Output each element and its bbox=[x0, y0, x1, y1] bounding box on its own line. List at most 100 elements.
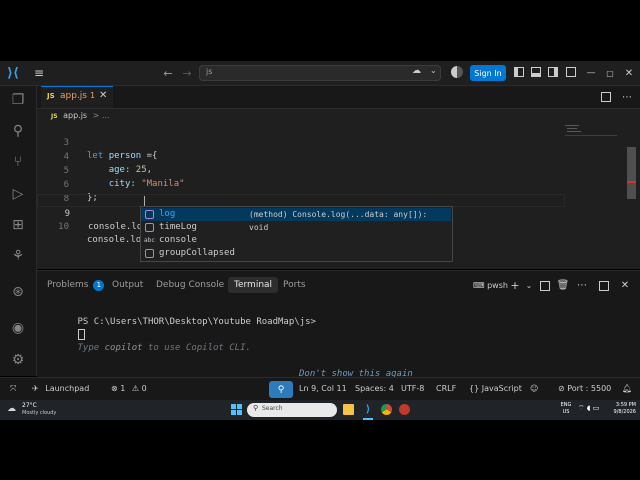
copilot-icon[interactable]: ☁ bbox=[412, 66, 421, 76]
indentation[interactable]: Spaces: 4 bbox=[355, 383, 394, 395]
search-icon[interactable]: ⚲ bbox=[8, 121, 28, 141]
file-explorer-icon[interactable] bbox=[343, 404, 354, 415]
app-icon[interactable] bbox=[399, 404, 410, 415]
run-debug-icon[interactable]: ▷ bbox=[8, 184, 28, 204]
end-of-line[interactable]: CRLF bbox=[436, 383, 456, 395]
cursor-position[interactable]: Ln 9, Col 11 bbox=[299, 383, 347, 395]
weather-widget[interactable]: 27°C Mostly cloudy ☁ bbox=[4, 402, 64, 418]
settings-gear-icon[interactable]: ⚙ bbox=[8, 350, 28, 370]
bottom-panel: Problems 1 Output Debug Console Terminal… bbox=[37, 270, 640, 379]
notifications-bell-icon[interactable]: 🔔︎ bbox=[622, 383, 632, 395]
language-mode[interactable]: {} JavaScript bbox=[469, 383, 522, 395]
toggle-panel-icon[interactable] bbox=[531, 67, 541, 77]
source-control-icon[interactable]: ⑂ bbox=[8, 152, 28, 172]
split-editor-icon[interactable] bbox=[601, 92, 611, 102]
menu-icon[interactable]: ≡ bbox=[32, 65, 46, 81]
tab-terminal[interactable]: Terminal bbox=[228, 277, 279, 293]
forward-arrow-icon[interactable]: → bbox=[180, 65, 194, 81]
encoding[interactable]: UTF-8 bbox=[401, 383, 424, 395]
warning-count: 0 bbox=[141, 384, 147, 393]
remote-icon[interactable]: ⤧ bbox=[10, 383, 16, 395]
code-line-4: 4 age: 25, bbox=[37, 138, 597, 175]
sign-in-button[interactable]: Sign In bbox=[470, 65, 506, 81]
suggestion-label: log bbox=[159, 209, 176, 219]
system-tray-icons[interactable]: ⌔ ◖ ▭ bbox=[578, 404, 599, 413]
suggestion-groupcollapsed[interactable]: groupCollapsed bbox=[141, 247, 451, 260]
accounts-icon[interactable]: ◉ bbox=[8, 318, 28, 338]
status-bar: ⤧ ✈ Launchpad ⊗ 1 ⚠ 0 ⚲ Ln 9, Col 11 Spa… bbox=[0, 377, 640, 401]
code-editor[interactable]: JS app.js > ... 3 let person ={ 4 age: 2… bbox=[37, 109, 640, 269]
python-icon[interactable]: ⚘ bbox=[8, 246, 28, 266]
chevron-down-icon[interactable]: ⌄ bbox=[430, 66, 437, 75]
terminal-cursor bbox=[77, 329, 85, 340]
breadcrumb-js-icon: JS bbox=[51, 113, 58, 120]
js-file-icon: JS bbox=[47, 92, 55, 100]
more-actions-icon[interactable]: ⋯ bbox=[621, 89, 633, 105]
maximize-icon[interactable]: ▢ bbox=[604, 65, 616, 81]
minimize-icon[interactable]: — bbox=[585, 65, 597, 81]
extensions-icon[interactable]: ⊞ bbox=[8, 215, 28, 235]
suggestion-log[interactable]: log (method) Console.log(...data: any[])… bbox=[141, 208, 451, 232]
back-arrow-icon[interactable]: ← bbox=[161, 65, 175, 81]
search-input-text: js bbox=[206, 67, 213, 76]
tab-modified-count: 1 bbox=[90, 91, 96, 100]
code-line-3: 3 let person ={ bbox=[37, 124, 597, 161]
code-line-8: 8 bbox=[37, 180, 597, 204]
tab-problems[interactable]: Problems 1 bbox=[47, 277, 105, 293]
explorer-icon[interactable]: ❐ bbox=[8, 90, 28, 110]
error-count: 1 bbox=[120, 384, 126, 393]
weather-desc: Mostly cloudy bbox=[22, 410, 57, 416]
terminal-output[interactable]: PS C:\Users\THOR\Desktop\Youtube RoadMap… bbox=[45, 303, 625, 379]
line-number: 10 bbox=[58, 222, 69, 232]
problems-status[interactable]: ⊗ 1 ⚠ 0 bbox=[111, 383, 147, 395]
method-icon bbox=[145, 249, 154, 258]
breadcrumb-file[interactable]: app.js bbox=[63, 111, 87, 120]
zoom-icon[interactable]: ⚲ bbox=[269, 381, 293, 398]
windows-start-icon[interactable] bbox=[230, 403, 243, 416]
editor-tab-bar: JS app.js 1 ✕ ⋯ bbox=[37, 86, 640, 109]
panel-more-icon[interactable]: ⋯ bbox=[576, 278, 588, 292]
tab-close-icon[interactable]: ✕ bbox=[99, 90, 107, 101]
close-window-icon[interactable]: ✕ bbox=[623, 65, 635, 81]
error-icon: ⊗ bbox=[111, 384, 118, 393]
toggle-sidebar-icon[interactable] bbox=[514, 67, 524, 77]
clock[interactable]: 3:59 PM 9/8/2026 bbox=[608, 402, 636, 416]
taskbar-search-box[interactable]: ⚲ Search bbox=[247, 403, 337, 417]
copilot-status-icon[interactable]: ☺ bbox=[530, 383, 538, 395]
toggle-secondary-sidebar-icon[interactable] bbox=[548, 67, 558, 77]
live-server-port[interactable]: ⊘ Port : 5500 bbox=[558, 383, 611, 395]
split-terminal-icon[interactable] bbox=[540, 281, 550, 291]
terminal-dropdown-icon[interactable]: ⌄ bbox=[524, 278, 534, 292]
terminal-shell-indicator[interactable]: ⌨ pwsh bbox=[473, 281, 508, 290]
account-half-icon[interactable] bbox=[451, 66, 463, 78]
launchpad-item[interactable]: ✈ Launchpad bbox=[32, 383, 89, 395]
tab-label: Problems bbox=[47, 280, 89, 290]
command-search-box[interactable]: js ☁ ⌄ bbox=[199, 65, 441, 81]
suggestion-console[interactable]: abc console bbox=[141, 234, 451, 247]
problems-badge: 1 bbox=[93, 280, 105, 291]
tab-output[interactable]: Output bbox=[112, 277, 143, 293]
editor-scrollbar[interactable] bbox=[627, 147, 636, 199]
suggestion-label: groupCollapsed bbox=[159, 248, 235, 258]
git-graph-icon[interactable]: ⊛ bbox=[8, 282, 28, 302]
tab-debug-console[interactable]: Debug Console bbox=[156, 277, 224, 293]
suggestion-label: console bbox=[159, 235, 197, 245]
maximize-panel-icon[interactable] bbox=[599, 281, 609, 291]
code-line-5: 5 city: "Manila" bbox=[37, 152, 597, 189]
new-terminal-icon[interactable]: + bbox=[509, 278, 521, 292]
minimap[interactable] bbox=[562, 123, 622, 143]
close-panel-icon[interactable]: ✕ bbox=[619, 278, 631, 292]
autocomplete-popup[interactable]: log (method) Console.log(...data: any[])… bbox=[140, 206, 453, 262]
kill-terminal-icon[interactable]: 🗑 bbox=[557, 278, 570, 292]
rocket-icon: ✈ bbox=[32, 384, 39, 393]
weather-temp: 27°C bbox=[22, 402, 37, 409]
vscode-taskbar-icon[interactable]: ⟩ bbox=[362, 403, 374, 416]
tab-app-js[interactable]: JS app.js 1 ✕ bbox=[41, 86, 113, 108]
tab-ports[interactable]: Ports bbox=[283, 277, 306, 293]
language-indicator[interactable]: ENG US bbox=[558, 402, 574, 418]
suggestion-timelog[interactable]: timeLog bbox=[141, 221, 451, 234]
sign-in-label: Sign In bbox=[474, 68, 502, 78]
activity-bar: ❐ ⚲ ⑂ ▷ ⊞ ⚘ ⊛ ◉ ⚙ bbox=[0, 86, 37, 376]
chrome-icon[interactable] bbox=[381, 404, 392, 415]
customize-layout-icon[interactable] bbox=[566, 67, 576, 77]
